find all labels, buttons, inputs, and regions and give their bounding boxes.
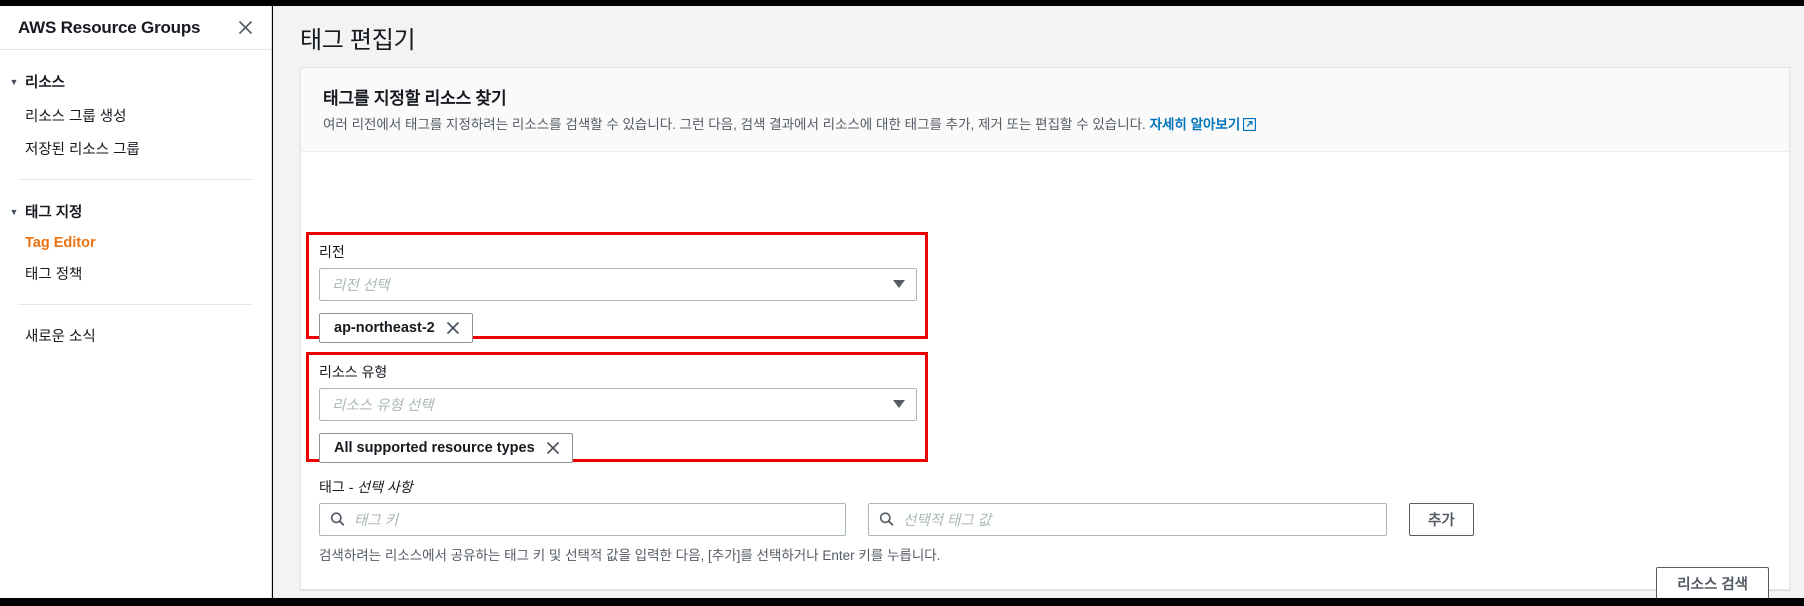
tag-value-input[interactable]: 선택적 태그 값	[868, 502, 1387, 536]
chevron-down-icon: ▼	[9, 206, 19, 217]
card-description: 여러 리전에서 태그를 지정하려는 리소스를 검색할 수 있습니다. 그런 다음…	[323, 115, 1767, 137]
app-viewport: AWS Resource Groups ▼ 리소스 리소스 그룹 생성 저장된 …	[0, 0, 1804, 606]
sidebar-nav: ▼ 리소스 리소스 그룹 생성 저장된 리소스 그룹 ▼ 태그 지정 Tag E…	[0, 50, 271, 352]
card-header: 태그를 지정할 리소스 찾기 여러 리전에서 태그를 지정하려는 리소스를 검색…	[301, 68, 1789, 152]
sidebar-item-whats-new[interactable]: 새로운 소식	[0, 319, 271, 352]
sidebar-header: AWS Resource Groups	[0, 6, 271, 50]
search-resources-button[interactable]: 리소스 검색	[1656, 566, 1769, 598]
find-resources-card: 태그를 지정할 리소스 찾기 여러 리전에서 태그를 지정하려는 리소스를 검색…	[300, 67, 1790, 598]
resource-type-select[interactable]: 리소스 유형 선택	[319, 387, 917, 421]
resource-type-section: 리소스 유형 리소스 유형 선택 All supported resource …	[319, 362, 917, 463]
tag-input-row: 태그 키 선택적 태그 값 추가	[319, 502, 1749, 536]
region-chip-label: ap-northeast-2	[334, 319, 435, 336]
tags-section: 태그 - 선택 사항 태그 키 선택적 태그 값 추가 검색하려는 리소스에서 …	[319, 477, 1749, 564]
region-chip[interactable]: ap-northeast-2	[319, 312, 473, 343]
external-link-icon	[1243, 117, 1257, 137]
sidebar-title: AWS Resource Groups	[18, 17, 201, 37]
chevron-down-icon: ▼	[9, 76, 19, 87]
main-content: 태그 편집기 태그를 지정할 리소스 찾기 여러 리전에서 태그를 지정하려는 …	[273, 6, 1804, 598]
sidebar-item-saved-resource-groups[interactable]: 저장된 리소스 그룹	[0, 132, 271, 165]
close-icon[interactable]	[446, 321, 460, 335]
close-icon[interactable]	[235, 18, 255, 38]
region-select[interactable]: 리전 선택	[319, 267, 917, 301]
sidebar-group-tagging[interactable]: ▼ 태그 지정	[0, 194, 271, 229]
region-select-placeholder: 리전 선택	[332, 277, 390, 294]
learn-more-link[interactable]: 자세히 알아보기	[1150, 117, 1257, 132]
sidebar-item-tag-policies[interactable]: 태그 정책	[0, 257, 271, 290]
sidebar-group-label: 리소스	[25, 75, 66, 91]
sidebar-divider-1	[18, 179, 253, 180]
sidebar-group-resources[interactable]: ▼ 리소스	[0, 64, 271, 99]
sidebar-divider-2	[18, 304, 253, 305]
chevron-down-icon	[893, 400, 905, 409]
sidebar-group-label: 태그 지정	[25, 205, 83, 221]
search-icon	[879, 512, 894, 527]
tags-hint-text: 검색하려는 리소스에서 공유하는 태그 키 및 선택적 값을 입력한 다음, […	[319, 547, 941, 563]
resource-type-select-placeholder: 리소스 유형 선택	[332, 397, 434, 414]
region-section: 리전 리전 선택 ap-northeast-2	[319, 242, 917, 343]
tags-label-main: 태그	[319, 478, 345, 495]
region-label: 리전	[319, 243, 345, 260]
bottom-black-strip	[0, 598, 1804, 606]
resource-type-chip[interactable]: All supported resource types	[319, 432, 573, 463]
resource-type-chip-label: All supported resource types	[334, 439, 535, 456]
sidebar-item-tag-editor[interactable]: Tag Editor	[0, 229, 271, 257]
resource-type-label: 리소스 유형	[319, 363, 388, 380]
close-icon[interactable]	[546, 441, 560, 455]
tag-key-placeholder: 태그 키	[354, 512, 399, 529]
tag-key-input[interactable]: 태그 키	[319, 502, 846, 536]
card-title: 태그를 지정할 리소스 찾기	[323, 89, 507, 108]
sidebar-item-create-resource-group[interactable]: 리소스 그룹 생성	[0, 99, 271, 132]
add-tag-button[interactable]: 추가	[1409, 502, 1474, 536]
card-footer-actions: 리소스 검색	[1656, 566, 1769, 598]
region-chip-row: ap-northeast-2	[319, 312, 917, 343]
tag-value-placeholder: 선택적 태그 값	[903, 512, 992, 529]
tags-label: 태그 - 선택 사항	[319, 477, 1749, 497]
chevron-down-icon	[893, 280, 905, 289]
card-description-text: 여러 리전에서 태그를 지정하려는 리소스를 검색할 수 있습니다. 그런 다음…	[323, 117, 1146, 132]
learn-more-label: 자세히 알아보기	[1149, 117, 1241, 132]
tags-label-optional: - 선택 사항	[348, 478, 413, 495]
sidebar: AWS Resource Groups ▼ 리소스 리소스 그룹 생성 저장된 …	[0, 6, 272, 598]
search-icon	[330, 512, 345, 527]
resource-type-chip-row: All supported resource types	[319, 432, 917, 463]
page-title: 태그 편집기	[300, 27, 416, 54]
